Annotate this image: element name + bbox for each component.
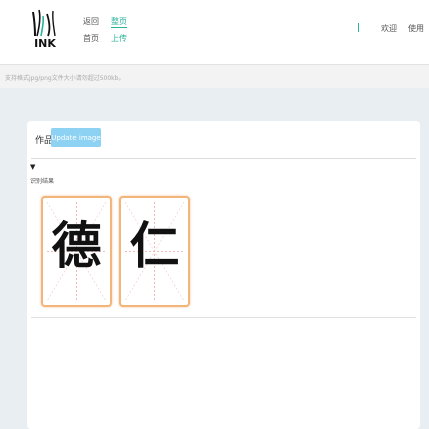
character-tile-2[interactable]: 仁 [119, 196, 190, 307]
result-label: 识别结果 [30, 178, 55, 185]
collapse-toggle-icon[interactable]: ▼ [30, 163, 35, 171]
update-image-button[interactable]: Update image [51, 128, 101, 147]
nav-gallery-underline [111, 27, 127, 28]
card-divider [31, 158, 416, 159]
notice-text: 支持格式jpg/png文件大小请勿超过500kb。 [5, 75, 125, 82]
logo-text: INK [34, 37, 56, 50]
nav-back[interactable]: 返回 [83, 16, 99, 27]
header: INK 返回 首页 整页 上传 欢迎 使用 [0, 0, 429, 64]
nav-gallery[interactable]: 整页 [111, 16, 127, 27]
character-glyph: 德 [51, 216, 102, 275]
ink-logo[interactable]: INK [27, 8, 63, 56]
bottom-divider [31, 317, 416, 318]
nav-welcome[interactable]: 欢迎 [381, 23, 397, 34]
character-glyph: 仁 [129, 216, 180, 275]
character-tile-1[interactable]: 德 [41, 196, 112, 307]
work-card: 作品 Update image ▼ 识别结果 德 仁 [27, 121, 420, 429]
nav-separator [358, 23, 359, 32]
notice-bar: 支持格式jpg/png文件大小请勿超过500kb。 [0, 64, 429, 89]
nav-use[interactable]: 使用 [408, 23, 424, 34]
nav-upload[interactable]: 上传 [111, 33, 127, 44]
nav-home[interactable]: 首页 [83, 33, 99, 44]
